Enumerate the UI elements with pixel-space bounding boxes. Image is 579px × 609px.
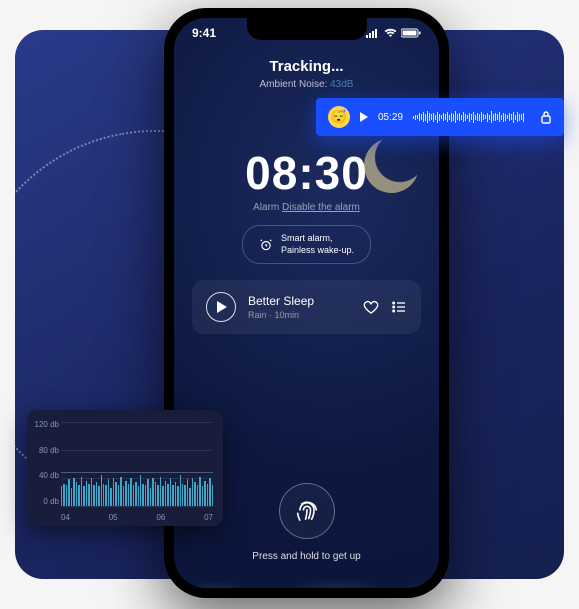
tracking-header: Tracking... Ambient Noise: 43dB xyxy=(174,58,439,90)
smart-line2: Painless wake-up. xyxy=(281,245,354,257)
clouds-decor xyxy=(174,548,439,588)
smart-line1: Smart alarm, xyxy=(281,233,354,245)
status-time: 9:41 xyxy=(192,26,216,40)
track-title: Better Sleep xyxy=(248,294,351,308)
ambient-noise: Ambient Noise: 43dB xyxy=(174,79,439,90)
track-info: Better Sleep Rain · 10min xyxy=(248,294,351,320)
signal-icon xyxy=(366,28,380,38)
wifi-icon xyxy=(384,28,397,38)
noise-chart-overlay: 120 db80 db40 db0 db 04050607 xyxy=(27,410,223,526)
audio-time: 05:29 xyxy=(378,112,403,123)
noise-value: 43dB xyxy=(330,79,353,90)
play-icon xyxy=(360,112,368,122)
battery-icon xyxy=(401,28,421,38)
sound-track-card[interactable]: Better Sleep Rain · 10min xyxy=(192,280,421,334)
track-subtitle: Rain · 10min xyxy=(248,310,351,320)
audio-play-button[interactable] xyxy=(360,112,368,122)
playlist-icon[interactable] xyxy=(391,299,407,315)
alarm-time: 08:30 xyxy=(174,146,439,200)
disable-alarm-link[interactable]: Disable the alarm xyxy=(282,202,360,213)
sleep-emoji-icon: 😴 xyxy=(328,106,350,128)
audio-waveform[interactable] xyxy=(413,109,530,125)
chart-bars xyxy=(61,422,213,506)
smart-alarm-text: Smart alarm, Painless wake-up. xyxy=(281,233,354,256)
play-icon xyxy=(217,301,227,313)
track-actions xyxy=(363,299,407,315)
clock-section: 08:30 Alarm Disable the alarm Smart alar… xyxy=(174,146,439,264)
chart-x-axis: 04050607 xyxy=(61,513,213,522)
fingerprint-icon xyxy=(293,497,321,525)
heart-icon[interactable] xyxy=(363,299,379,315)
fingerprint-button[interactable] xyxy=(279,483,335,539)
chart-y-axis: 120 db80 db40 db0 db xyxy=(33,420,59,506)
page-title: Tracking... xyxy=(174,58,439,75)
audio-clip-overlay[interactable]: 😴 05:29 xyxy=(316,98,564,136)
chart-plot xyxy=(61,422,213,506)
noise-label: Ambient Noise: xyxy=(260,79,328,90)
chart-trend-line xyxy=(61,472,213,473)
alarm-line: Alarm Disable the alarm xyxy=(174,202,439,213)
play-button[interactable] xyxy=(206,292,236,322)
lock-icon xyxy=(540,110,552,124)
status-icons xyxy=(366,26,421,40)
smart-alarm-pill[interactable]: Smart alarm, Painless wake-up. xyxy=(242,225,371,264)
alarm-label: Alarm xyxy=(253,202,279,213)
alarm-clock-icon xyxy=(259,238,273,252)
phone-notch xyxy=(247,18,367,40)
